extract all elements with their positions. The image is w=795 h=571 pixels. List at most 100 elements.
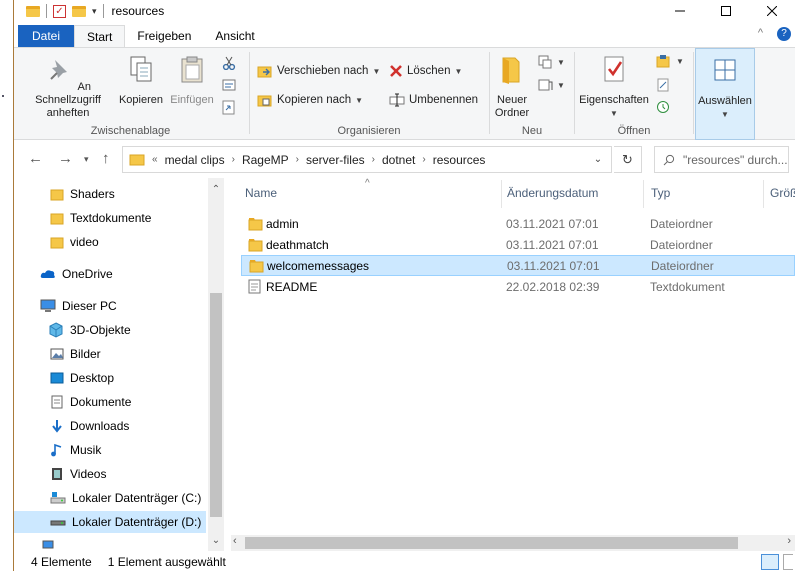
- group-separator: [489, 52, 490, 134]
- file-row-deathmatch[interactable]: deathmatch 03.11.2021 07:01 Dateiordner: [241, 234, 795, 255]
- chevron-right-icon[interactable]: ›: [372, 154, 375, 165]
- back-arrow-icon[interactable]: ←: [28, 150, 43, 167]
- sidebar-item-3d-objects[interactable]: 3D-Objekte: [14, 319, 206, 341]
- maximize-button[interactable]: [703, 0, 749, 22]
- chevron-right-icon[interactable]: ›: [422, 154, 425, 165]
- pin-quick-access-button[interactable]: An Schnellzugriff anheften: [20, 54, 116, 120]
- breadcrumb-dotnet[interactable]: dotnet: [382, 153, 415, 167]
- scroll-down-arrow-icon[interactable]: ⌄: [208, 533, 224, 549]
- folder-icon[interactable]: [26, 5, 40, 17]
- paste-shortcut-button[interactable]: [222, 100, 235, 115]
- minimize-button[interactable]: [657, 0, 703, 22]
- move-to-button[interactable]: Verschieben nach ▼: [257, 64, 380, 78]
- delete-button[interactable]: Löschen ▼: [389, 64, 462, 78]
- sidebar-item-downloads[interactable]: Downloads: [14, 415, 206, 437]
- column-header-name[interactable]: Name: [245, 186, 277, 200]
- clipboard-group: An Schnellzugriff anheften Kopieren Einf…: [14, 48, 247, 140]
- sidebar-item-drive-c[interactable]: Lokaler Datenträger (C:): [14, 487, 206, 509]
- tab-file[interactable]: Datei: [18, 25, 75, 47]
- details-view-icon[interactable]: [761, 554, 779, 570]
- scrollbar-thumb[interactable]: [245, 537, 738, 549]
- file-row-welcomemessages[interactable]: welcomemessages 03.11.2021 07:01 Dateior…: [241, 255, 795, 276]
- sidebar-item-label: video: [70, 235, 99, 249]
- cut-button[interactable]: [222, 56, 236, 70]
- paste-button[interactable]: Einfügen: [166, 54, 218, 107]
- chevron-right-icon[interactable]: ›: [232, 154, 235, 165]
- new-folder-icon[interactable]: [72, 5, 86, 17]
- column-header-size[interactable]: Größ: [770, 186, 795, 200]
- chevron-right-icon[interactable]: ›: [296, 154, 299, 165]
- column-header-type[interactable]: Typ: [651, 186, 670, 200]
- file-row-admin[interactable]: admin 03.11.2021 07:01 Dateiordner: [241, 213, 795, 234]
- sidebar-item-music[interactable]: Musik: [14, 439, 206, 461]
- sidebar-item-video[interactable]: video: [14, 231, 206, 253]
- easy-access-button[interactable]: ▼: [537, 78, 565, 92]
- title-bar: ✓ ▾ resources: [14, 0, 795, 22]
- scrollbar-thumb[interactable]: [210, 293, 222, 517]
- customize-toolbar-icon[interactable]: ▾: [92, 6, 97, 17]
- sidebar-item-shaders[interactable]: Shaders: [14, 183, 206, 205]
- sidebar-item-onedrive[interactable]: OneDrive: [14, 263, 206, 285]
- history-icon: [657, 101, 669, 113]
- file-name: deathmatch: [266, 237, 329, 252]
- scroll-right-arrow-icon[interactable]: ›: [787, 535, 791, 547]
- collapse-ribbon-icon[interactable]: ^: [758, 27, 763, 41]
- history-button[interactable]: [656, 100, 670, 114]
- close-button[interactable]: [749, 0, 795, 22]
- up-arrow-icon[interactable]: ↑: [102, 150, 110, 167]
- sidebar-item-videos[interactable]: Videos: [14, 463, 206, 485]
- folder-icon: [129, 154, 145, 166]
- new-item-button[interactable]: ▼: [537, 54, 565, 70]
- large-icons-view-icon[interactable]: [783, 554, 793, 570]
- properties-check-icon[interactable]: ✓: [53, 4, 66, 18]
- copy-path-icon: [222, 79, 236, 91]
- sidebar-item-documents[interactable]: Dokumente: [14, 391, 206, 413]
- tab-start[interactable]: Start: [74, 25, 126, 47]
- navigation-pane-scrollbar[interactable]: ⌃ ⌄: [208, 178, 224, 551]
- tab-view[interactable]: Ansicht: [203, 25, 266, 47]
- breadcrumb-ragemp[interactable]: RageMP: [242, 153, 289, 167]
- copy-path-button[interactable]: [222, 79, 236, 91]
- sidebar-item-drive-d[interactable]: Lokaler Datenträger (D:): [14, 511, 206, 533]
- forward-arrow-icon[interactable]: →: [58, 150, 73, 167]
- delete-x-icon: [390, 65, 402, 77]
- sidebar-item-desktop[interactable]: Desktop: [14, 367, 206, 389]
- rename-button[interactable]: Umbenennen: [389, 93, 478, 107]
- chevron-down-icon[interactable]: ⌄: [585, 147, 611, 172]
- properties-button[interactable]: Eigenschaften ▼: [576, 54, 652, 120]
- rename-icon: [389, 93, 405, 107]
- column-separator[interactable]: [763, 180, 764, 208]
- column-separator[interactable]: [501, 180, 502, 208]
- file-date: 03.11.2021 07:01: [507, 258, 600, 273]
- file-row-readme[interactable]: README 22.02.2018 02:39 Textdokument: [241, 276, 795, 297]
- breadcrumb-medal-clips[interactable]: medal clips: [165, 153, 225, 167]
- new-folder-button[interactable]: Neuer Ordner: [491, 54, 533, 120]
- sidebar-item-pictures[interactable]: Bilder: [14, 343, 206, 365]
- address-bar[interactable]: « medal clips › RageMP › server-files › …: [122, 146, 612, 173]
- drive-icon: [50, 520, 66, 526]
- breadcrumb-resources[interactable]: resources: [432, 152, 486, 167]
- copy-to-button[interactable]: Kopieren nach ▼: [257, 93, 363, 107]
- copy-button[interactable]: Kopieren: [116, 54, 166, 107]
- scroll-up-arrow-icon[interactable]: ⌃: [208, 182, 224, 198]
- file-date: 22.02.2018 02:39: [506, 279, 600, 294]
- search-input[interactable]: "resources" durch...: [654, 146, 789, 173]
- sidebar-item-textdokumente[interactable]: Textdokumente: [14, 207, 206, 229]
- tab-share[interactable]: Freigeben: [125, 25, 203, 47]
- sidebar-item-network[interactable]: [14, 540, 206, 551]
- scroll-left-arrow-icon[interactable]: ‹: [233, 535, 237, 547]
- edit-button[interactable]: [656, 78, 670, 92]
- open-button[interactable]: ▼: [656, 54, 684, 68]
- file-list-horizontal-scrollbar[interactable]: ‹ ›: [231, 535, 795, 551]
- address-overflow[interactable]: «: [152, 154, 158, 165]
- recent-locations-icon[interactable]: ▾: [84, 154, 89, 165]
- column-separator[interactable]: [643, 180, 644, 208]
- delete-label: Löschen: [407, 65, 451, 77]
- refresh-icon[interactable]: ↻: [614, 146, 642, 173]
- select-group[interactable]: Auswählen ▼: [695, 48, 755, 140]
- sidebar-item-this-pc[interactable]: Dieser PC: [14, 295, 206, 317]
- breadcrumb-server-files[interactable]: server-files: [306, 153, 365, 167]
- select-button[interactable]: Auswählen ▼: [696, 55, 754, 121]
- help-icon[interactable]: ?: [777, 27, 791, 41]
- column-header-date[interactable]: Änderungsdatum: [507, 186, 598, 200]
